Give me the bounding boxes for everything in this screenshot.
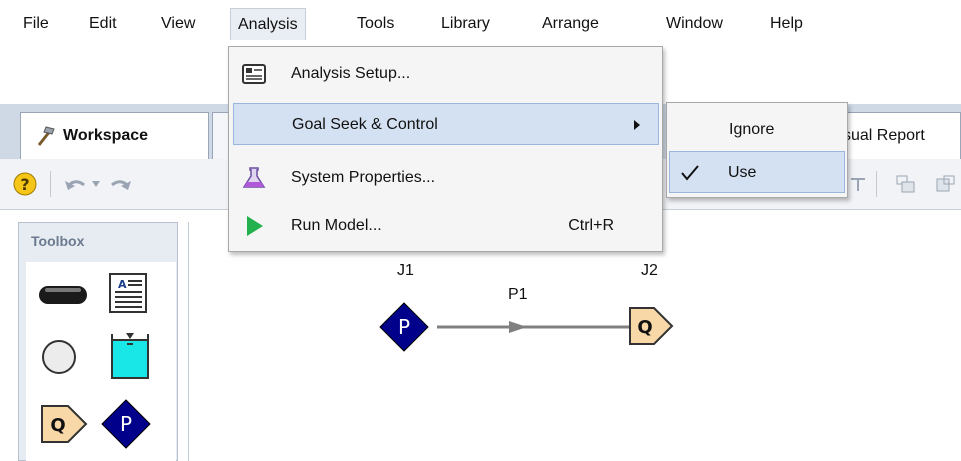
tab-visual-report-label: sual Report [843, 127, 925, 144]
junction-j2-label: J2 [641, 262, 658, 279]
menu-file[interactable]: File [16, 8, 56, 40]
menu-item-label: Goal Seek & Control [292, 116, 438, 133]
hammer-icon [37, 126, 55, 146]
svg-text:?: ? [20, 175, 29, 194]
submenu-arrow-icon [634, 120, 640, 130]
toolbar-separator [50, 171, 51, 197]
help-icon[interactable]: ? [12, 171, 38, 197]
goal-seek-submenu: Ignore Use [666, 102, 848, 198]
pipe-p1[interactable] [437, 318, 633, 336]
toolbar-separator [876, 171, 877, 197]
toolbox-title: Toolbox [31, 233, 85, 249]
submenu-item-label: Use [728, 164, 757, 181]
analysis-menu: Analysis Setup... Goal Seek & Control Sy… [228, 46, 663, 252]
run-play-icon [247, 216, 263, 236]
checkmark-icon [681, 165, 699, 181]
svg-text:A: A [118, 278, 127, 291]
menu-arrange[interactable]: Arrange [535, 8, 606, 40]
annotation-tool-icon[interactable]: A [108, 272, 148, 314]
tab-workspace[interactable]: Workspace [20, 112, 209, 160]
junction-j1-label: J1 [397, 262, 414, 279]
submenu-item-ignore[interactable]: Ignore [669, 109, 845, 151]
menu-bar: File Edit View Analysis Tools Library Ar… [0, 0, 961, 48]
workspace-canvas[interactable]: J1 J2 P1 P Q [188, 222, 961, 461]
menu-item-label: System Properties... [291, 169, 436, 186]
pump-tool-icon[interactable]: P [100, 398, 152, 450]
junction-tool-icon[interactable] [40, 338, 78, 376]
menu-item-goal-seek[interactable]: Goal Seek & Control [233, 103, 659, 145]
menu-edit[interactable]: Edit [82, 8, 124, 40]
undo-icon[interactable] [62, 173, 88, 195]
bring-front-icon[interactable] [894, 173, 918, 195]
analysis-setup-icon [242, 64, 266, 84]
pipe-p1-label: P1 [508, 286, 528, 303]
tab-workspace-label: Workspace [63, 127, 149, 144]
toolbox-items: A Q P [26, 262, 176, 461]
menu-view[interactable]: View [154, 8, 202, 40]
menu-help[interactable]: Help [763, 8, 810, 40]
pipe-tool-icon[interactable] [36, 282, 90, 308]
flow-letter: Q [50, 415, 65, 436]
pump-junction-j1[interactable]: P [378, 301, 430, 353]
pump-letter: P [120, 412, 132, 436]
tab-visual-report[interactable]: sual Report [830, 112, 961, 160]
undo-dropdown-icon[interactable] [92, 181, 100, 187]
send-back-icon[interactable] [934, 173, 958, 195]
menu-item-label: Analysis Setup... [291, 65, 411, 82]
menu-item-label: Run Model... [291, 217, 382, 234]
menu-item-shortcut: Ctrl+R [568, 217, 614, 234]
menu-analysis[interactable]: Analysis [230, 8, 306, 40]
menu-library[interactable]: Library [434, 8, 497, 40]
submenu-item-label: Ignore [729, 121, 775, 138]
menu-item-analysis-setup[interactable]: Analysis Setup... [229, 53, 662, 95]
menu-item-run-model[interactable]: Run Model... Ctrl+R [229, 205, 662, 247]
menu-tools[interactable]: Tools [350, 8, 401, 40]
flow-control-tool-icon[interactable]: Q [38, 402, 90, 446]
menu-item-system-properties[interactable]: System Properties... [229, 157, 662, 199]
align-icon[interactable] [848, 173, 868, 195]
flask-icon [242, 167, 266, 188]
submenu-item-use[interactable]: Use [669, 151, 845, 193]
pump-letter: P [398, 315, 410, 339]
flow-control-junction-j2[interactable]: Q [627, 304, 675, 348]
redo-icon[interactable] [108, 173, 134, 195]
tank-tool-icon[interactable] [108, 330, 152, 382]
menu-window[interactable]: Window [659, 8, 730, 40]
flow-letter: Q [637, 317, 652, 338]
